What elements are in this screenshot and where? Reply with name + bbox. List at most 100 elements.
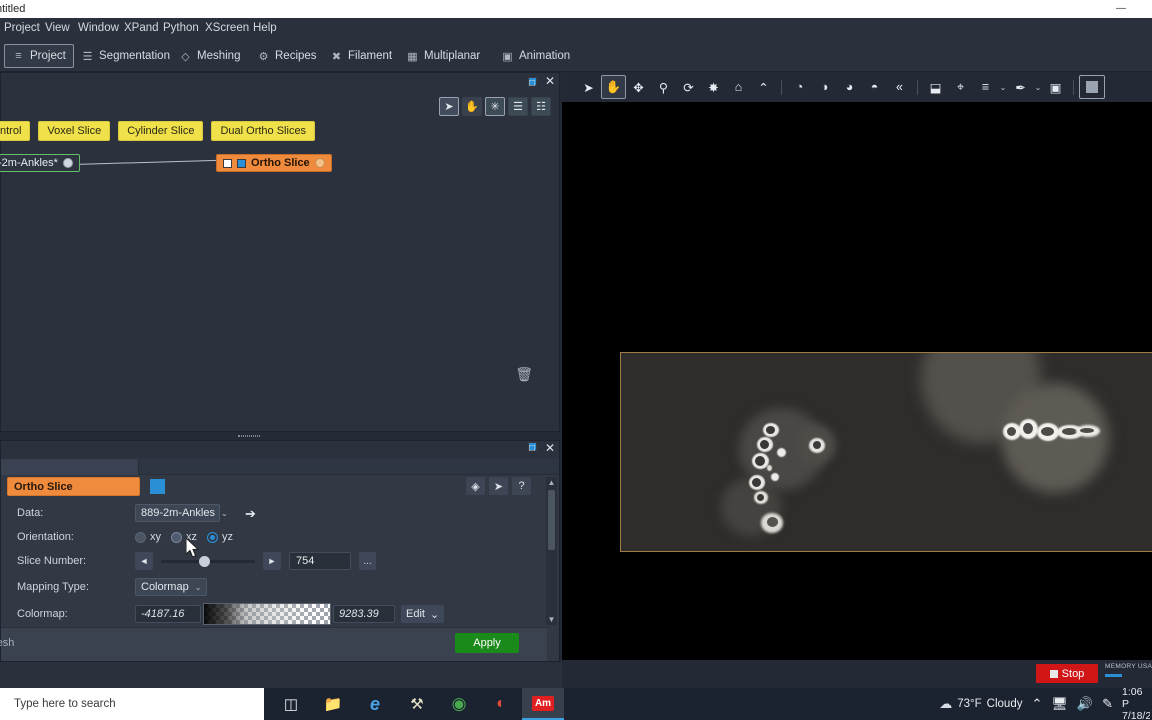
chip-control[interactable]: ntrol xyxy=(0,121,31,141)
file-explorer-icon[interactable]: 📁 xyxy=(312,688,354,720)
data-node-ankles[interactable]: -2m-Ankles* xyxy=(0,154,80,172)
data-select[interactable]: 889-2m-Ankles ⌄ xyxy=(135,504,228,522)
viewer-toggle-button[interactable]: ◈ xyxy=(466,477,485,495)
refresh-label[interactable]: resh xyxy=(0,637,14,649)
slice-prev-button[interactable]: ◄ xyxy=(135,552,153,570)
viewer-zoom-button[interactable]: ⚲ xyxy=(651,75,676,99)
data-node-port-icon[interactable] xyxy=(62,158,73,168)
pan-hand-tool-button[interactable]: ✋ xyxy=(462,97,482,116)
chip-voxel-slice[interactable]: Voxel Slice xyxy=(38,121,111,141)
viewer-color-swatch[interactable] xyxy=(150,479,165,494)
viewer-move-button[interactable]: ✥ xyxy=(626,75,651,99)
slice-more-button[interactable]: ... xyxy=(359,552,376,570)
viewer-view-all-button[interactable]: ✸ xyxy=(701,75,726,99)
tray-expand-chevron-icon[interactable]: ⌃ xyxy=(1031,696,1042,712)
opera-icon[interactable]: ◐ xyxy=(480,688,522,720)
viewer-rotate-button[interactable]: ⟳ xyxy=(676,75,701,99)
viewer-annotation-button[interactable]: ✒ xyxy=(1008,75,1033,99)
slice-slider-knob[interactable] xyxy=(199,555,210,567)
viewer-select-arrow-button[interactable]: ➤ xyxy=(576,75,601,99)
tree-view-tool-button[interactable]: ☷ xyxy=(531,97,551,116)
slice-number-input[interactable]: 754 xyxy=(289,552,351,570)
panel-splitter[interactable] xyxy=(0,432,560,440)
select-arrow-tool-button[interactable]: ➤ xyxy=(439,97,459,116)
viewer-trackball-button[interactable]: ✋ xyxy=(601,75,626,99)
viewer-camera-button[interactable]: ▣ xyxy=(1043,75,1068,99)
chrome-icon[interactable]: ◉ xyxy=(438,688,480,720)
properties-module-title[interactable]: Ortho Slice xyxy=(7,477,140,496)
tab-meshing[interactable]: ◇ Meshing xyxy=(172,44,247,68)
tab-project[interactable]: ≡ Project xyxy=(4,44,74,68)
clock-widget[interactable]: 1:06 P 7/18/2 xyxy=(1122,686,1150,720)
viewer-rewind-button[interactable]: « xyxy=(887,75,912,99)
layout-network-tool-button[interactable]: ✳ xyxy=(485,97,505,116)
chip-cylinder-slice[interactable]: Cylinder Slice xyxy=(118,121,204,141)
colormap-min-input[interactable]: -4187.16 xyxy=(135,605,201,623)
ruler-chevron-down-icon[interactable]: ⌄ xyxy=(998,83,1008,92)
mapping-type-select[interactable]: Colormap ⌄ xyxy=(135,578,207,596)
menu-item-xscreen[interactable]: XScreen xyxy=(203,22,251,34)
orientation-radio-yz[interactable]: yz xyxy=(207,531,233,543)
properties-restore-button[interactable]: □ xyxy=(527,442,537,454)
menu-item-view[interactable]: View xyxy=(43,22,72,34)
annotation-chevron-down-icon[interactable]: ⌄ xyxy=(1033,83,1043,92)
viewer-background-button[interactable] xyxy=(1079,75,1105,99)
scroll-down-icon[interactable]: ▼ xyxy=(546,614,557,625)
network-icon[interactable]: 🖥 xyxy=(1051,696,1068,712)
scrollbar-thumb[interactable] xyxy=(548,490,555,550)
menu-item-window[interactable]: Window xyxy=(76,22,121,34)
viewer-ruler-button[interactable]: ≡ xyxy=(973,75,998,99)
stop-button[interactable]: Stop xyxy=(1036,664,1098,683)
tool-app-icon[interactable]: ⚒ xyxy=(396,688,438,720)
orientation-radio-xz[interactable]: xz xyxy=(171,531,197,543)
menu-item-python[interactable]: Python xyxy=(161,22,201,34)
colormap-max-input[interactable]: 9283.39 xyxy=(333,605,395,623)
search-input[interactable]: Type here to search xyxy=(0,688,264,720)
weather-widget[interactable]: ☁ 73°F Cloudy xyxy=(939,696,1022,712)
slice-next-button[interactable]: ► xyxy=(263,552,281,570)
apply-button[interactable]: Apply xyxy=(455,633,519,653)
viewer-view-axis-y-button[interactable]: ◕ xyxy=(837,75,862,99)
viewer-home-button[interactable]: ⌂ xyxy=(726,75,751,99)
menu-item-project[interactable]: Project xyxy=(2,22,42,34)
volume-icon[interactable]: 🔊 xyxy=(1077,696,1093,712)
pool-close-button[interactable]: ✕ xyxy=(545,75,555,87)
viewer-view-axis-x-button[interactable]: ◑ xyxy=(812,75,837,99)
viewer-canvas[interactable] xyxy=(562,102,1152,660)
module-node-port-icon[interactable] xyxy=(314,158,325,168)
viewer-save-snapshot-button[interactable]: ⬓ xyxy=(923,75,948,99)
scroll-up-icon[interactable]: ▲ xyxy=(546,477,557,488)
chip-dual-ortho-slices[interactable]: Dual Ortho Slices xyxy=(211,121,316,141)
viewer-view-front-button[interactable]: ◔ xyxy=(787,75,812,99)
data-go-arrow-icon[interactable]: ➔ xyxy=(245,506,256,522)
viewer-set-home-button[interactable]: ⌃ xyxy=(751,75,776,99)
amira-icon[interactable]: Am xyxy=(522,688,564,720)
pen-icon[interactable]: ✎ xyxy=(1102,696,1113,712)
tab-recipes[interactable]: ⚙ Recipes xyxy=(250,44,324,68)
trash-icon[interactable]: 🗑 xyxy=(515,366,533,383)
properties-close-button[interactable]: ✕ xyxy=(545,442,555,454)
pool-restore-button[interactable]: □ xyxy=(527,76,537,89)
window-minimize-button[interactable] xyxy=(1114,4,1128,14)
tab-animation[interactable]: ▣ Animation xyxy=(494,44,577,68)
menu-item-help[interactable]: Help xyxy=(251,22,279,34)
viewer-pick-button[interactable]: ⌖ xyxy=(948,75,973,99)
tab-filament[interactable]: ✖ Filament xyxy=(323,44,399,68)
tab-segmentation[interactable]: ☰ Segmentation xyxy=(74,44,177,68)
slice-slider[interactable] xyxy=(161,555,255,567)
task-view-icon[interactable]: ◫ xyxy=(270,688,312,720)
module-visibility-toggle-2[interactable] xyxy=(237,158,246,168)
internet-explorer-icon[interactable]: e xyxy=(354,688,396,720)
viewer-view-axis-z-button[interactable]: ◓ xyxy=(862,75,887,99)
list-view-tool-button[interactable]: ☰ xyxy=(508,97,528,116)
help-button[interactable]: ? xyxy=(512,477,531,495)
colormap-edit-button[interactable]: Edit ⌄ xyxy=(401,605,445,623)
properties-active-tab-marker[interactable] xyxy=(1,459,139,475)
orientation-radio-xy[interactable]: xy xyxy=(135,531,161,543)
module-node-ortho-slice[interactable]: Ortho Slice xyxy=(216,154,332,172)
menu-item-xpand[interactable]: XPand xyxy=(122,22,161,34)
tab-multiplanar[interactable]: ▦ Multiplanar xyxy=(399,44,487,68)
colormap-gradient-preview[interactable] xyxy=(203,603,331,625)
pointer-button[interactable]: ➤ xyxy=(489,477,508,495)
node-graph-canvas[interactable]: -2m-Ankles* Ortho Slice 🗑 xyxy=(0,149,559,399)
